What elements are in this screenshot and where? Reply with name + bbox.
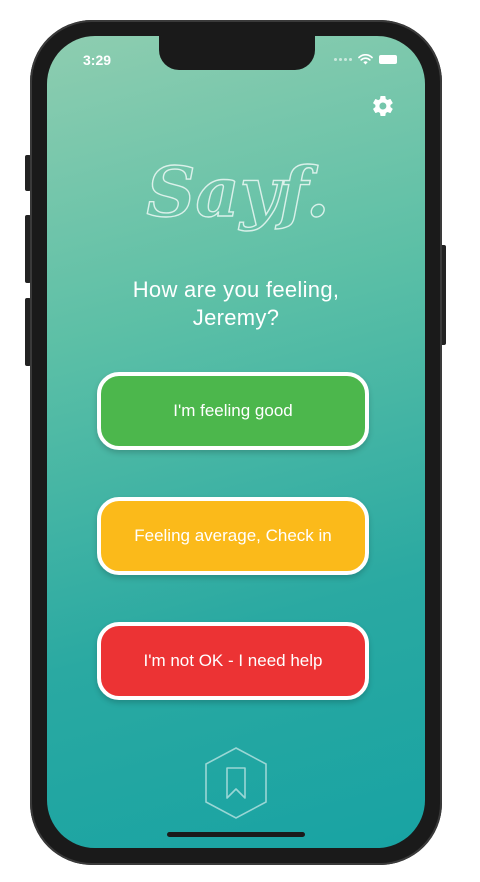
home-indicator — [167, 832, 305, 837]
feeling-good-button[interactable]: I'm feeling good — [97, 372, 369, 450]
app-screen: 3:29 Sayf. How are you feeling, Jeremy? … — [47, 36, 425, 848]
resources-button[interactable] — [201, 744, 271, 822]
need-help-button[interactable]: I'm not OK - I need help — [97, 622, 369, 700]
need-help-label: I'm not OK - I need help — [143, 651, 323, 670]
greeting-name: Jeremy? — [192, 305, 280, 330]
greeting-text: How are you feeling, Jeremy? — [47, 276, 425, 332]
greeting-line-1: How are you feeling, — [132, 277, 340, 302]
feeling-average-label: Feeling average, Check in — [134, 526, 332, 545]
feeling-good-label: I'm feeling good — [173, 401, 293, 420]
gear-icon — [373, 95, 393, 117]
feeling-average-button[interactable]: Feeling average, Check in — [97, 497, 369, 575]
bookmark-hexagon-icon — [205, 747, 267, 819]
logo-text: Sayf. — [146, 153, 329, 233]
settings-button[interactable] — [371, 94, 395, 118]
battery-icon — [379, 55, 397, 64]
wifi-icon — [358, 54, 373, 65]
status-icons — [334, 54, 397, 65]
notch — [159, 36, 315, 70]
status-time: 3:29 — [83, 52, 112, 68]
signal-icon — [334, 58, 352, 61]
sayf-logo: Sayf. — [146, 152, 331, 233]
